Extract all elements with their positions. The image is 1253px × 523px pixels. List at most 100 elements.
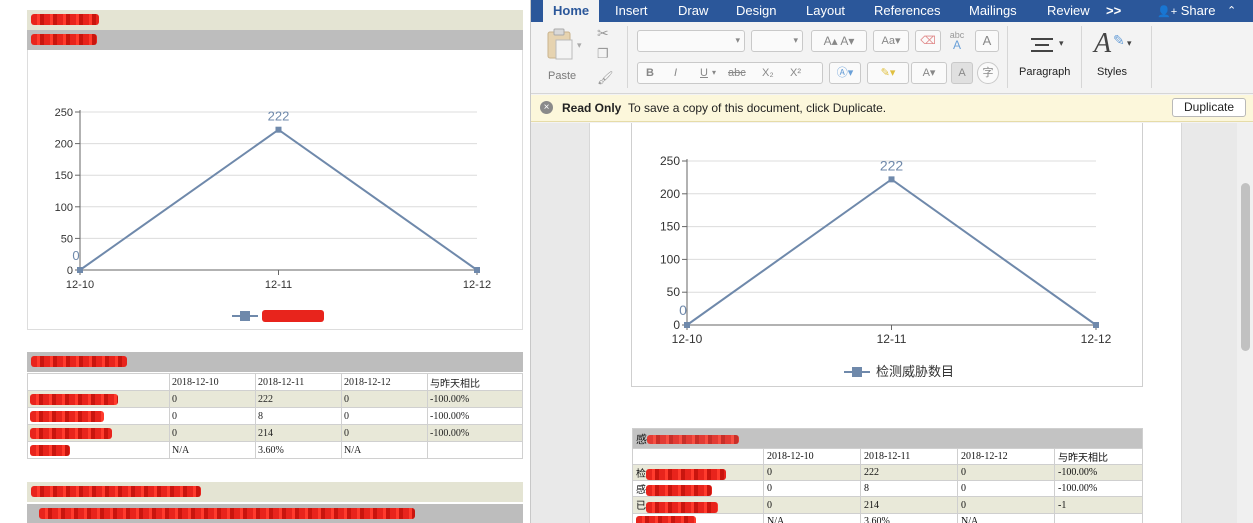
change-case-button[interactable]: Aa▾ <box>873 30 909 52</box>
table-cell: 0 <box>957 463 1055 482</box>
ribbon-tab-bar: Home Insert Draw Design Layout Reference… <box>531 0 1253 22</box>
text-effects-button[interactable]: Ⓐ▾ <box>829 62 861 84</box>
ribbon-toolbar: ▾ Paste ✂ ❐ 🖌 ▾ ▾ A▴ A▾ Aa▾ ⌫ abc A A B I… <box>531 22 1253 94</box>
tab-layout[interactable]: Layout <box>806 0 845 22</box>
table-row: 感 0 8 0 -100.00% <box>632 480 1143 498</box>
redaction-mark <box>30 444 70 456</box>
format-painter-icon[interactable]: 🖌 <box>597 70 614 86</box>
grow-shrink-font-buttons[interactable]: A▴ A▾ <box>811 30 867 52</box>
copy-icon[interactable]: ❐ <box>597 46 609 62</box>
y-tick-label: 100 <box>660 252 680 266</box>
vertical-scrollbar[interactable] <box>1237 123 1253 523</box>
word-stats-table: 感 2018-12-10 2018-12-11 2018-12-12 与昨天相比… <box>632 428 1143 523</box>
left-report-pane: 250 200 150 100 50 0 12-10 12-11 12-12 0 222 2018-… <box>0 0 530 523</box>
scrollbar-thumb[interactable] <box>1241 183 1250 351</box>
table-cell: 3.60% <box>860 512 958 523</box>
redaction-mark <box>31 356 127 367</box>
x-tick-label: 12-11 <box>265 279 292 291</box>
left-line-chart: 250 200 150 100 50 0 12-10 12-11 12-12 0 222 <box>55 107 491 322</box>
tab-insert[interactable]: Insert <box>615 0 648 22</box>
redaction-mark <box>646 485 712 497</box>
table-header-cell: 2018-12-12 <box>341 373 428 391</box>
next-section-subheader <box>27 504 523 523</box>
table-cell <box>1054 512 1143 523</box>
document-page[interactable]: 250 200 150 100 50 0 12-10 12-11 12-12 0 222 检测威胁数目… <box>589 123 1182 523</box>
table-cell: 0 <box>341 390 428 408</box>
more-tabs-button[interactable]: >> <box>1106 0 1121 22</box>
series-line <box>79 128 478 271</box>
share-label: Share <box>1180 3 1216 18</box>
character-shading-icon[interactable]: A <box>951 62 973 84</box>
tab-draw[interactable]: Draw <box>678 0 708 22</box>
y-tick-label: 250 <box>55 107 73 119</box>
table-cell: 0 <box>957 480 1055 498</box>
font-name-dropdown[interactable]: ▾ <box>637 30 745 52</box>
tab-references[interactable]: References <box>874 0 940 22</box>
row-label-cell: 感 <box>632 480 764 498</box>
infobar-title: Read Only <box>562 101 622 115</box>
table-cell: 0 <box>169 390 256 408</box>
share-button[interactable]: 👤+ Share <box>1157 0 1215 22</box>
table-cell <box>427 441 523 459</box>
y-tick-label: 50 <box>667 285 681 299</box>
duplicate-button[interactable]: Duplicate <box>1172 98 1246 117</box>
underline-button[interactable]: U <box>700 63 708 83</box>
left-stats-table: 2018-12-10 2018-12-11 2018-12-12 与昨天相比 0… <box>27 373 523 459</box>
cut-icon[interactable]: ✂ <box>597 25 609 42</box>
table-row: 0 214 0 -100.00% <box>27 424 523 442</box>
subscript-button[interactable]: X₂ <box>762 63 774 83</box>
brush-icon: ✎ <box>1113 32 1125 48</box>
highlight-color-button[interactable]: ✎▾ <box>867 62 909 84</box>
y-tick-label: 200 <box>660 187 680 201</box>
superscript-button[interactable]: X² <box>790 63 801 83</box>
table-cell: 0 <box>169 424 256 442</box>
chevron-down-icon: ▾ <box>1059 38 1064 48</box>
row-label-cell <box>27 390 170 408</box>
table-cell: -100.00% <box>427 390 523 408</box>
font-color-button[interactable]: A▾ <box>911 62 947 84</box>
table-row: 0 8 0 -100.00% <box>27 407 523 425</box>
read-only-infobar: × Read Only To save a copy of this docum… <box>531 95 1253 122</box>
close-infobar-icon[interactable]: × <box>540 101 553 114</box>
table-header-row: 2018-12-10 2018-12-11 2018-12-12 与昨天相比 <box>632 448 1143 465</box>
clear-formatting-icon[interactable]: ⌫ <box>915 30 941 52</box>
font-size-dropdown[interactable]: ▾ <box>751 30 803 52</box>
table-row: 已 0 214 0 -1 <box>632 496 1143 514</box>
table-header-cell: 与昨天相比 <box>427 373 523 391</box>
infobar-message: To save a copy of this document, click D… <box>628 101 887 115</box>
paste-label: Paste <box>548 70 577 82</box>
table-cell: -100.00% <box>427 407 523 425</box>
tab-design[interactable]: Design <box>736 0 776 22</box>
paragraph-button[interactable]: ▾ Paragraph <box>1015 28 1075 84</box>
table-header-cell: 2018-12-10 <box>763 448 861 465</box>
paste-button[interactable]: ▾ Paste <box>543 28 587 82</box>
italic-button[interactable]: I <box>674 63 677 83</box>
table-header-cell: 与昨天相比 <box>1054 448 1143 465</box>
paragraph-label: Paragraph <box>1019 66 1071 78</box>
table-row: N/A 3.60% N/A <box>27 441 523 459</box>
tab-home[interactable]: Home <box>543 0 600 22</box>
tab-mailings[interactable]: Mailings <box>969 0 1017 22</box>
table-cell: 8 <box>255 407 342 425</box>
character-border-icon[interactable]: A <box>975 30 999 52</box>
data-label: 222 <box>268 109 290 124</box>
table-header-cell: 2018-12-12 <box>957 448 1055 465</box>
enclose-characters-icon[interactable]: 字 <box>977 62 999 84</box>
add-person-icon: 👤+ <box>1157 6 1178 18</box>
phonetic-guide-icon[interactable]: abc A <box>945 30 969 52</box>
styles-icon: A <box>1094 28 1112 59</box>
underline-dropdown-icon[interactable]: ▾ <box>712 63 716 83</box>
row-label-text: 已 <box>636 501 646 513</box>
styles-button[interactable]: A ✎ ▾ Styles <box>1089 28 1139 84</box>
ribbon-separator <box>1151 26 1152 88</box>
word-window: Home Insert Draw Design Layout Reference… <box>530 0 1253 523</box>
collapse-ribbon-icon[interactable]: ⌃ <box>1227 0 1236 22</box>
legend-marker <box>240 311 250 321</box>
strikethrough-button[interactable]: abc <box>728 63 746 83</box>
chevron-down-icon: ▾ <box>1127 38 1132 48</box>
tab-review[interactable]: Review <box>1047 0 1090 22</box>
redaction-mark <box>647 435 739 445</box>
bold-button[interactable]: B <box>646 63 654 83</box>
data-point <box>275 126 282 133</box>
table-cell: 0 <box>763 480 861 498</box>
